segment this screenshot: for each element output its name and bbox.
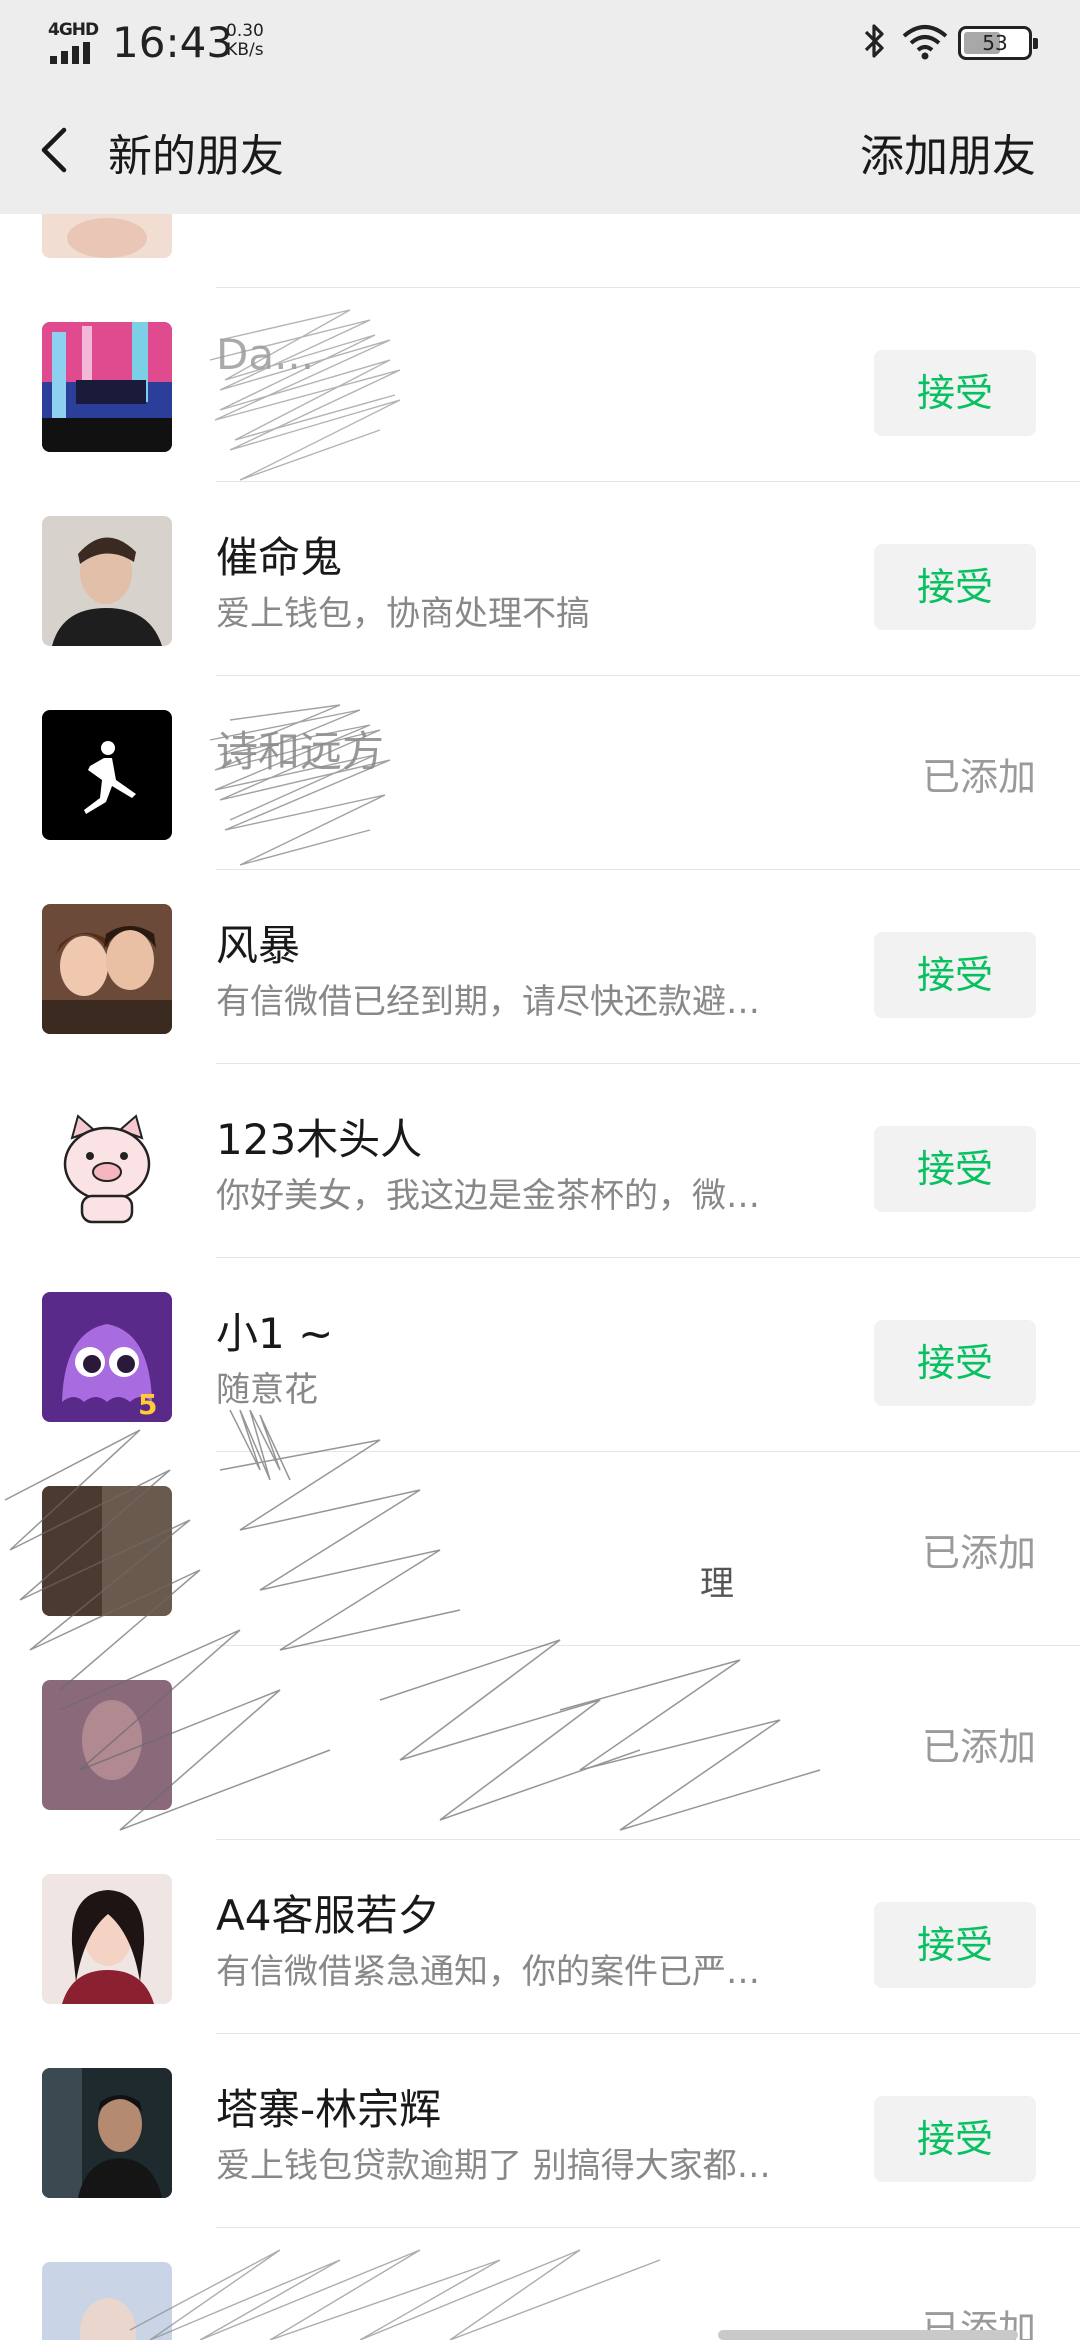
accept-button[interactable]: 接受 bbox=[874, 1320, 1036, 1406]
top-bar: 4GHD 16:43 0.30 KB/s 53 新的朋友 添加朋友 bbox=[0, 0, 1080, 214]
status-bar: 4GHD 16:43 0.30 KB/s 53 bbox=[0, 0, 1080, 86]
friend-message: 有信微借紧急通知，你的案件已严… bbox=[216, 1952, 760, 1992]
added-status: 已添加 bbox=[921, 1531, 1036, 1575]
friend-name: 风暴 bbox=[216, 921, 301, 970]
avatar[interactable] bbox=[42, 1874, 172, 2004]
friend-request-row[interactable]: 风暴 有信微借已经到期，请尽快还款避… 接受 bbox=[0, 870, 1080, 1064]
accept-button[interactable]: 接受 bbox=[874, 1126, 1036, 1212]
wifi-icon bbox=[902, 25, 948, 60]
added-status: 已添加 bbox=[921, 755, 1036, 799]
friend-name: 123木头人 bbox=[216, 1115, 423, 1164]
avatar[interactable] bbox=[42, 214, 172, 258]
scrollbar[interactable] bbox=[718, 2330, 1018, 2340]
friend-request-row[interactable]: 诗和远方 已添加 bbox=[0, 676, 1080, 870]
avatar[interactable] bbox=[42, 516, 172, 646]
friend-request-row[interactable]: 123木头人 你好美女，我这边是金茶杯的，微… 接受 bbox=[0, 1064, 1080, 1258]
friend-message: 随意花 bbox=[216, 1370, 318, 1410]
friend-message: 你好美女，我这边是金茶杯的，微… bbox=[216, 1176, 760, 1216]
add-friend-button[interactable]: 添加朋友 bbox=[860, 120, 1036, 184]
friend-request-list[interactable]: Da... 接受 催命鬼 爱上钱包，协商处理不搞 接受 诗和远方 已添加 风暴 … bbox=[0, 214, 1080, 2340]
friend-request-row[interactable]: A4客服若夕 有信微借紧急通知，你的案件已严… 接受 bbox=[0, 1840, 1080, 2034]
added-status: 已添加 bbox=[921, 1725, 1036, 1769]
friend-name: 诗和远方 bbox=[216, 727, 385, 776]
friend-name: 催命鬼 bbox=[216, 533, 343, 582]
nav-header: 新的朋友 添加朋友 bbox=[0, 86, 1080, 214]
battery-level: 53 bbox=[982, 31, 1008, 55]
bluetooth-icon bbox=[864, 24, 884, 58]
friend-name: 小1 ~ bbox=[216, 1309, 334, 1358]
friend-message: 爱上钱包贷款逾期了 别搞得大家都… bbox=[216, 2146, 771, 2186]
chevron-left-icon[interactable] bbox=[36, 124, 72, 176]
avatar[interactable] bbox=[42, 904, 172, 1034]
page-title: 新的朋友 bbox=[108, 131, 284, 182]
avatar[interactable] bbox=[42, 1098, 172, 1228]
speed-unit: KB/s bbox=[226, 40, 264, 60]
friend-request-row[interactable]: Da... 接受 bbox=[0, 288, 1080, 482]
avatar[interactable] bbox=[42, 2068, 172, 2198]
friend-request-row[interactable]: 塔寨-林宗辉 爱上钱包贷款逾期了 别搞得大家都… 接受 bbox=[0, 2034, 1080, 2228]
friend-request-row[interactable]: 5 小1 ~ 随意花 接受 bbox=[0, 1258, 1080, 1452]
avatar[interactable] bbox=[42, 2262, 172, 2340]
avatar[interactable] bbox=[42, 322, 172, 452]
signal-icon: 4GHD bbox=[48, 20, 100, 64]
speed-value: 0.30 bbox=[226, 21, 264, 41]
friend-name: A4客服若夕 bbox=[216, 1891, 440, 1940]
friend-message: 理 bbox=[700, 1564, 734, 1604]
friend-name: Da... bbox=[216, 330, 315, 379]
friend-request-row[interactable]: 理 已添加 bbox=[0, 1452, 1080, 1646]
accept-button[interactable]: 接受 bbox=[874, 350, 1036, 436]
friend-name: 塔寨-林宗辉 bbox=[216, 2085, 442, 2134]
accept-button[interactable]: 接受 bbox=[874, 932, 1036, 1018]
battery-icon: 53 bbox=[958, 26, 1038, 60]
avatar[interactable] bbox=[42, 1486, 172, 1616]
friend-request-row[interactable] bbox=[0, 214, 1080, 288]
avatar[interactable]: 5 bbox=[42, 1292, 172, 1422]
network-type: 4GHD bbox=[48, 20, 99, 40]
network-speed: 0.30 KB/s bbox=[226, 22, 264, 60]
accept-button[interactable]: 接受 bbox=[874, 1902, 1036, 1988]
friend-request-row[interactable]: 已添加 bbox=[0, 1646, 1080, 1840]
avatar[interactable] bbox=[42, 710, 172, 840]
status-time: 16:43 bbox=[112, 18, 234, 67]
friend-request-row[interactable]: 已添加 bbox=[0, 2228, 1080, 2340]
accept-button[interactable]: 接受 bbox=[874, 2096, 1036, 2182]
friend-message: 爱上钱包，协商处理不搞 bbox=[216, 594, 590, 634]
accept-button[interactable]: 接受 bbox=[874, 544, 1036, 630]
avatar[interactable] bbox=[42, 1680, 172, 1810]
friend-message: 有信微借已经到期，请尽快还款避… bbox=[216, 982, 760, 1022]
friend-request-row[interactable]: 催命鬼 爱上钱包，协商处理不搞 接受 bbox=[0, 482, 1080, 676]
svg-text:5: 5 bbox=[138, 1388, 157, 1421]
